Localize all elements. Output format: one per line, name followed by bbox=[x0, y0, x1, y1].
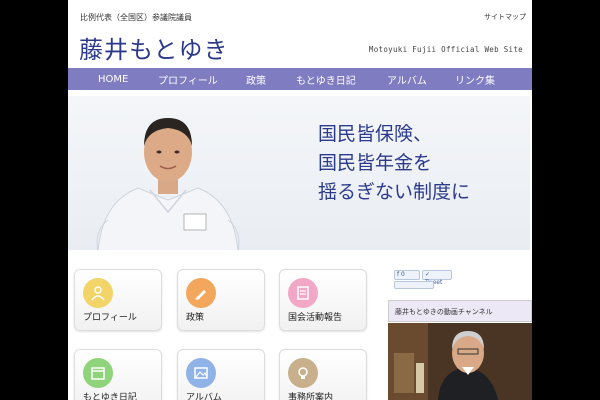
social-buttons: f 0 ✓ Tweet bbox=[388, 268, 452, 292]
tile-label: アルバム bbox=[186, 393, 222, 400]
site-tagline: Motoyuki Fujii Official Web Site bbox=[368, 45, 523, 54]
tweet-button[interactable]: ✓ Tweet bbox=[422, 270, 452, 286]
twitter-icon: ✓ bbox=[425, 271, 431, 278]
hero-slogan-line-2: 国民皆年金を bbox=[318, 152, 433, 174]
nav-item-policy[interactable]: 政策 bbox=[246, 72, 296, 87]
nav-item-album[interactable]: アルバム bbox=[387, 72, 455, 87]
tile-label: もとゆき日記 bbox=[83, 393, 137, 400]
nav-item-links[interactable]: リンク集 bbox=[455, 72, 507, 87]
tile-diet-report[interactable]: 国会活動報告 bbox=[279, 269, 367, 331]
hero-person-photo bbox=[96, 118, 240, 250]
tile-label: プロフィール bbox=[83, 313, 137, 323]
photo-icon bbox=[186, 358, 216, 388]
like-count: 0 bbox=[401, 271, 405, 278]
hero-slogan-line-3: 揺るぎない制度に bbox=[318, 181, 471, 203]
tile-label: 政策 bbox=[186, 313, 205, 323]
hero-slogan-line-1: 国民皆保険、 bbox=[318, 123, 433, 145]
pencil-icon bbox=[186, 278, 216, 308]
nav-item-home[interactable]: HOME bbox=[98, 74, 158, 85]
tile-profile[interactable]: プロフィール bbox=[74, 269, 162, 331]
document-icon bbox=[288, 278, 318, 308]
hero-banner[interactable]: 国民皆保険、 国民皆年金を 揺るぎない制度に bbox=[68, 96, 530, 250]
tile-album[interactable]: アルバム bbox=[177, 349, 265, 400]
nav-item-profile[interactable]: プロフィール bbox=[158, 72, 246, 87]
lightbulb-icon bbox=[288, 358, 318, 388]
share-button[interactable] bbox=[394, 281, 434, 289]
person-icon bbox=[83, 278, 113, 308]
tile-office[interactable]: 事務所案内 bbox=[279, 349, 367, 400]
site-subtitle: 比例代表（全国区）参議院議員 bbox=[80, 13, 192, 22]
tile-label: 事務所案内 bbox=[288, 393, 334, 400]
like-button[interactable]: f 0 bbox=[394, 270, 420, 280]
hero-slogan: 国民皆保険、 国民皆年金を 揺るぎない制度に bbox=[318, 120, 470, 207]
main-nav: HOME プロフィール 政策 もとゆき日記 アルバム リンク集 bbox=[68, 68, 532, 90]
tile-label: 国会活動報告 bbox=[288, 313, 343, 323]
site-header: 比例代表（全国区）参議院議員 藤井もとゆき Motoyuki Fujii Off… bbox=[68, 0, 532, 68]
nav-item-diary[interactable]: もとゆき日記 bbox=[296, 72, 387, 87]
like-icon: f bbox=[397, 271, 400, 278]
sitemap-link[interactable]: サイトマップ bbox=[484, 12, 526, 22]
calendar-icon bbox=[83, 358, 113, 388]
video-thumbnail bbox=[388, 323, 532, 400]
tile-diary[interactable]: もとゆき日記 bbox=[74, 349, 162, 400]
video-widget-title: 藤井もとゆきの動画チャンネル bbox=[388, 300, 532, 322]
site-title[interactable]: 藤井もとゆき bbox=[79, 30, 229, 65]
video-player[interactable] bbox=[388, 323, 532, 400]
tile-policy[interactable]: 政策 bbox=[177, 269, 265, 331]
